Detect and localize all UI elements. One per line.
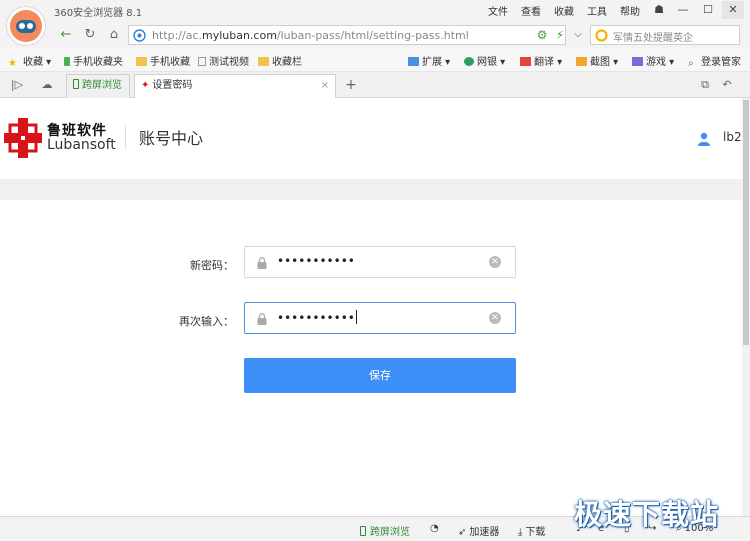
page-title: 账号中心 [139, 129, 204, 148]
minimize-button[interactable]: — [672, 1, 694, 19]
scrollbar[interactable] [742, 98, 750, 516]
save-button[interactable]: 保存 [244, 358, 516, 393]
menu-tools[interactable]: 工具 [587, 3, 607, 18]
tool-extensions[interactable]: 扩展 ▾ [408, 53, 450, 68]
fav-mobile[interactable]: 手机收藏 [136, 53, 190, 68]
folder-icon [136, 57, 147, 66]
luban-favicon-icon: ✦ [141, 80, 150, 91]
sidebar-toggle-icon[interactable]: |▷ [6, 76, 28, 94]
cloud-icon[interactable]: ☁ [36, 76, 58, 94]
watermark: 极速下载站 [574, 498, 720, 531]
browser-logo-icon[interactable] [6, 6, 46, 46]
confirm-password-value: ••••••••••• [277, 311, 355, 325]
status-history-icon[interactable]: ◔ [430, 523, 439, 534]
lightning-icon[interactable]: ⚡ [550, 25, 570, 45]
menu-file[interactable]: 文件 [488, 3, 508, 18]
pin-icon[interactable]: ☗ [648, 1, 670, 19]
status-cross-screen[interactable]: 跨屏浏览 [360, 523, 410, 538]
phone-icon [73, 79, 79, 89]
page-icon [198, 57, 206, 66]
new-password-field[interactable]: ••••••••••• ✕ [244, 246, 516, 278]
tab-cross-screen[interactable]: 跨屏浏览 [66, 74, 130, 98]
tool-login-manager[interactable]: ⌕ 登录管家 [688, 53, 741, 69]
menu-help[interactable]: 帮助 [620, 3, 640, 18]
tool-games[interactable]: 游戏 ▾ [632, 53, 674, 68]
tool-translate[interactable]: 翻译 ▾ [520, 53, 562, 68]
search-icon: ⌕ [688, 58, 694, 69]
refresh-icon[interactable]: ↻ [80, 25, 100, 45]
phone-icon [64, 57, 70, 66]
favorites-bar: ★ 收藏 ▾ 手机收藏夹 手机收藏 测试视频 收藏栏 扩展 ▾ 网银 ▾ 翻译 ▾… [0, 48, 750, 72]
fav-mobile-folder[interactable]: 手机收藏夹 [64, 53, 123, 68]
menu-view[interactable]: 查看 [521, 3, 541, 18]
app-title: 360安全浏览器 8.1 [54, 8, 143, 19]
brand-subtitle: Lubansoft [47, 137, 116, 153]
secure-globe-icon [133, 29, 146, 42]
header-band [0, 179, 742, 200]
confirm-password-value-wrap: ••••••••••• [277, 310, 357, 325]
new-tab-button[interactable]: + [340, 76, 362, 94]
luban-logo-icon [4, 118, 42, 158]
menu-favorites[interactable]: 收藏 [554, 3, 574, 18]
search-engine-icon [595, 29, 608, 42]
url-text: http://ac.myluban.com/luban-pass/html/se… [152, 29, 469, 42]
translate-icon [520, 57, 531, 66]
confirm-password-field[interactable]: ••••••••••• ✕ [244, 302, 516, 334]
search-text: 军情五处提醒英企 [613, 33, 693, 44]
fav-test-video[interactable]: 测试视频 [198, 53, 249, 68]
text-caret [355, 310, 357, 324]
close-tab-icon[interactable]: × [321, 75, 329, 97]
status-accelerator[interactable]: ➶ 加速器 [458, 523, 499, 538]
download-icon: ⤓ [518, 527, 523, 538]
tool-bank[interactable]: 网银 ▾ [464, 53, 505, 68]
extensions-icon [408, 57, 419, 66]
clear-icon[interactable]: ✕ [489, 256, 501, 268]
gamepad-icon [632, 57, 643, 66]
maximize-button[interactable]: ☐ [697, 1, 719, 19]
favorites-menu[interactable]: ★ 收藏 ▾ [8, 53, 51, 69]
page-content: 鲁班软件 Lubansoft 账号中心 lb24 新密码： ••••••••••… [0, 98, 749, 516]
back-icon[interactable]: ← [56, 25, 76, 45]
rocket-icon: ➶ [458, 527, 467, 538]
shield-icon [464, 57, 474, 66]
new-password-label: 新密码： [190, 259, 234, 272]
header-divider [125, 125, 126, 149]
lock-icon [257, 313, 267, 325]
tool-screenshot[interactable]: 截图 ▾ [576, 53, 618, 68]
tab-set-password[interactable]: ✦ 设置密码 × [134, 74, 336, 98]
new-password-value: ••••••••••• [277, 254, 355, 268]
tab-bar: |▷ ☁ 跨屏浏览 ✦ 设置密码 × + ⧉ ↶ [0, 72, 750, 98]
scrollbar-thumb[interactable] [743, 100, 749, 345]
accelerate-icon[interactable]: ⚙ [532, 25, 552, 45]
status-download[interactable]: ⤓ 下载 [518, 523, 545, 538]
chevron-down-icon[interactable]: ⌵ [568, 25, 588, 45]
title-bar: 360安全浏览器 8.1 文件 查看 收藏 工具 帮助 ☗ — ☐ ✕ [0, 0, 750, 22]
search-input[interactable]: 军情五处提醒英企 [590, 25, 740, 45]
user-icon[interactable] [698, 132, 710, 146]
phone-icon [360, 526, 366, 536]
lock-icon [257, 257, 267, 269]
clear-icon[interactable]: ✕ [489, 312, 501, 324]
folder-icon [258, 57, 269, 66]
home-icon[interactable]: ⌂ [104, 25, 124, 45]
close-button[interactable]: ✕ [722, 1, 744, 19]
star-icon: ★ [8, 58, 17, 69]
tab-list-icon[interactable]: ⧉ [694, 76, 716, 94]
confirm-password-label: 再次输入： [179, 315, 234, 328]
address-bar: ← ↻ ⌂ http://ac.myluban.com/luban-pass/h… [0, 22, 750, 48]
fav-bar-folder[interactable]: 收藏栏 [258, 53, 302, 68]
undo-close-icon[interactable]: ↶ [716, 76, 738, 94]
scissors-icon [576, 57, 587, 66]
url-field[interactable]: http://ac.myluban.com/luban-pass/html/se… [128, 25, 566, 45]
